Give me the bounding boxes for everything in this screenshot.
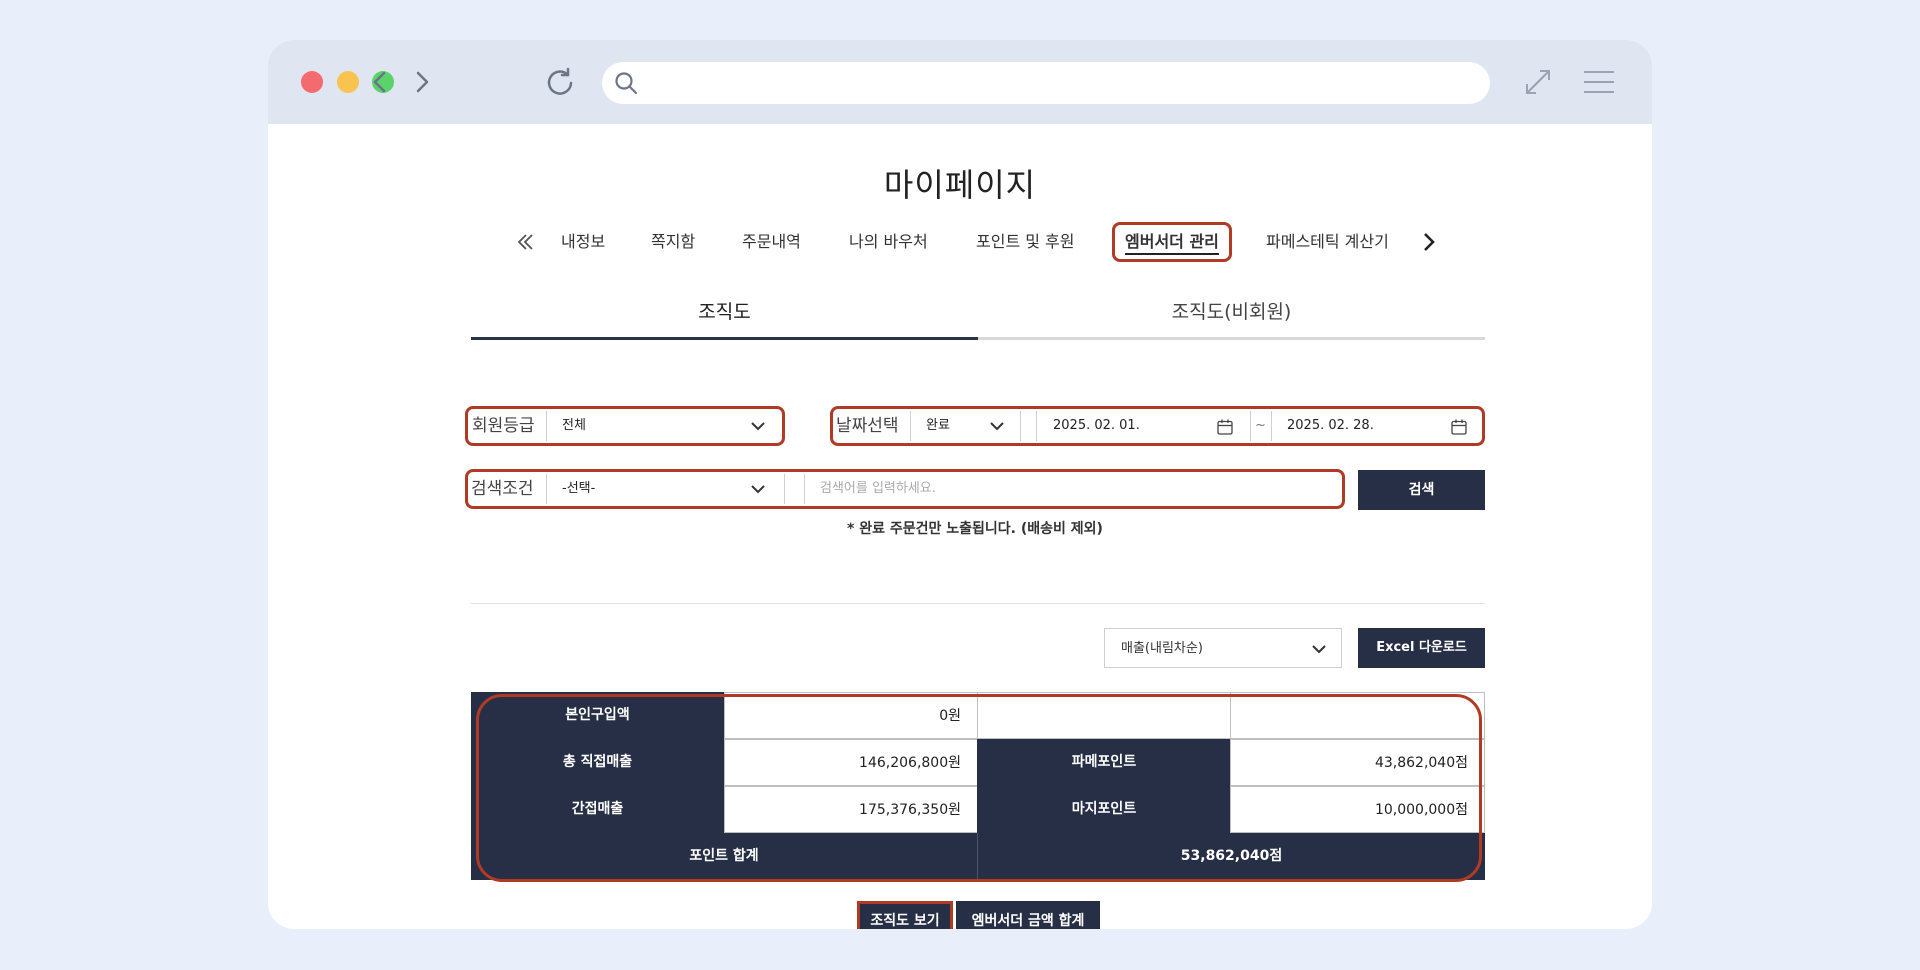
nav-item-messages[interactable]: 쪽지함 bbox=[651, 222, 695, 262]
chevron-down-icon bbox=[987, 416, 1007, 436]
chevron-right-icon[interactable] bbox=[1417, 230, 1441, 254]
search-button[interactable]: 검색 bbox=[1358, 470, 1485, 510]
org-chart-view-button[interactable]: 조직도 보기 bbox=[857, 901, 953, 929]
tab-org-chart-nonmember[interactable]: 조직도(비회원) bbox=[978, 294, 1485, 340]
point-total-value: 53,862,040점 bbox=[978, 833, 1485, 880]
divider bbox=[546, 474, 547, 504]
search-input[interactable]: 검색어를 입력하세요. bbox=[820, 474, 1320, 504]
grade-select[interactable]: 전체 bbox=[562, 411, 772, 441]
summary-table: 본인구입액 0원 총 직접매출 146,206,800원 파메포인트 43,86… bbox=[471, 692, 1485, 882]
page-title: 마이페이지 bbox=[883, 166, 1037, 204]
divider bbox=[804, 474, 805, 504]
divider bbox=[784, 474, 785, 504]
calendar-icon[interactable] bbox=[1216, 418, 1234, 436]
menu-icon[interactable] bbox=[1579, 62, 1619, 102]
date-label: 날짜선택 bbox=[836, 416, 899, 436]
expand-icon[interactable] bbox=[1518, 62, 1558, 102]
nav-item-ambassador-label: 엠버서더 관리 bbox=[1125, 232, 1219, 255]
org-tabs: 조직도 조직도(비회원) bbox=[471, 294, 1485, 340]
maji-point-label: 마지포인트 bbox=[977, 786, 1231, 833]
reload-icon[interactable] bbox=[540, 62, 580, 102]
divider bbox=[1250, 411, 1251, 441]
search-condition-select[interactable]: -선택- bbox=[562, 474, 772, 504]
date-to-input[interactable]: 2025. 02. 28. bbox=[1287, 411, 1447, 441]
close-window-button[interactable] bbox=[301, 71, 323, 93]
chevron-down-icon bbox=[748, 416, 768, 436]
nav-item-points[interactable]: 포인트 및 후원 bbox=[976, 222, 1075, 262]
divider bbox=[1036, 411, 1037, 441]
table-cell-empty bbox=[1230, 692, 1485, 739]
direct-sales-label: 총 직접매출 bbox=[471, 739, 724, 786]
own-purchase-value: 0원 bbox=[724, 692, 978, 739]
tab-org-chart[interactable]: 조직도 bbox=[471, 294, 978, 340]
grade-label: 회원등급 bbox=[472, 416, 535, 436]
sort-select-value: 매출(내림차순) bbox=[1121, 641, 1203, 656]
ambassador-total-button[interactable]: 엠버서더 금액 합계 bbox=[956, 901, 1100, 929]
double-chevron-left-icon[interactable] bbox=[514, 230, 538, 254]
excel-download-button[interactable]: Excel 다운로드 bbox=[1358, 628, 1485, 668]
page-content: 마이페이지 내정보 쪽지함 주문내역 나의 바우처 포인트 및 후원 엠버서더 … bbox=[268, 124, 1652, 929]
browser-window: 마이페이지 내정보 쪽지함 주문내역 나의 바우처 포인트 및 후원 엠버서더 … bbox=[268, 40, 1652, 929]
point-total-label: 포인트 합계 bbox=[471, 833, 978, 880]
divider bbox=[1271, 411, 1272, 441]
calendar-icon[interactable] bbox=[1450, 418, 1468, 436]
divider bbox=[1020, 411, 1021, 441]
back-icon[interactable] bbox=[360, 62, 400, 102]
pame-point-label: 파메포인트 bbox=[977, 739, 1231, 786]
table-cell-empty bbox=[977, 692, 1231, 739]
minimize-window-button[interactable] bbox=[337, 71, 359, 93]
indirect-sales-label: 간접매출 bbox=[471, 786, 724, 833]
own-purchase-label: 본인구입액 bbox=[471, 692, 724, 739]
maji-point-value: 10,000,000점 bbox=[1230, 786, 1485, 833]
forward-icon[interactable] bbox=[402, 62, 442, 102]
nav-item-vouchers[interactable]: 나의 바우처 bbox=[849, 222, 928, 262]
order-note: * 완료 주문건만 노출됩니다. (배송비 제외) bbox=[847, 521, 1103, 537]
search-condition-label: 검색조건 bbox=[471, 479, 534, 499]
chevron-down-icon bbox=[1309, 639, 1329, 659]
divider bbox=[471, 603, 1485, 604]
sort-select[interactable]: 매출(내림차순) bbox=[1104, 628, 1342, 668]
nav-item-my-info[interactable]: 내정보 bbox=[561, 222, 605, 262]
address-bar[interactable] bbox=[602, 62, 1490, 104]
nav-item-calculator[interactable]: 파메스테틱 계산기 bbox=[1266, 222, 1389, 262]
divider bbox=[546, 411, 547, 441]
direct-sales-value: 146,206,800원 bbox=[724, 739, 978, 786]
indirect-sales-value: 175,376,350원 bbox=[724, 786, 978, 833]
divider bbox=[910, 411, 911, 441]
date-from-input[interactable]: 2025. 02. 01. bbox=[1053, 411, 1213, 441]
search-icon bbox=[612, 69, 640, 97]
browser-titlebar bbox=[268, 40, 1652, 124]
nav-item-ambassador[interactable]: 엠버서더 관리 bbox=[1112, 222, 1232, 262]
chevron-down-icon bbox=[748, 479, 768, 499]
date-range-separator: ~ bbox=[1255, 418, 1266, 433]
nav-item-orders[interactable]: 주문내역 bbox=[742, 222, 801, 262]
mypage-nav: 내정보 쪽지함 주문내역 나의 바우처 포인트 및 후원 엠버서더 관리 파메스… bbox=[268, 222, 1652, 266]
pame-point-value: 43,862,040점 bbox=[1230, 739, 1485, 786]
